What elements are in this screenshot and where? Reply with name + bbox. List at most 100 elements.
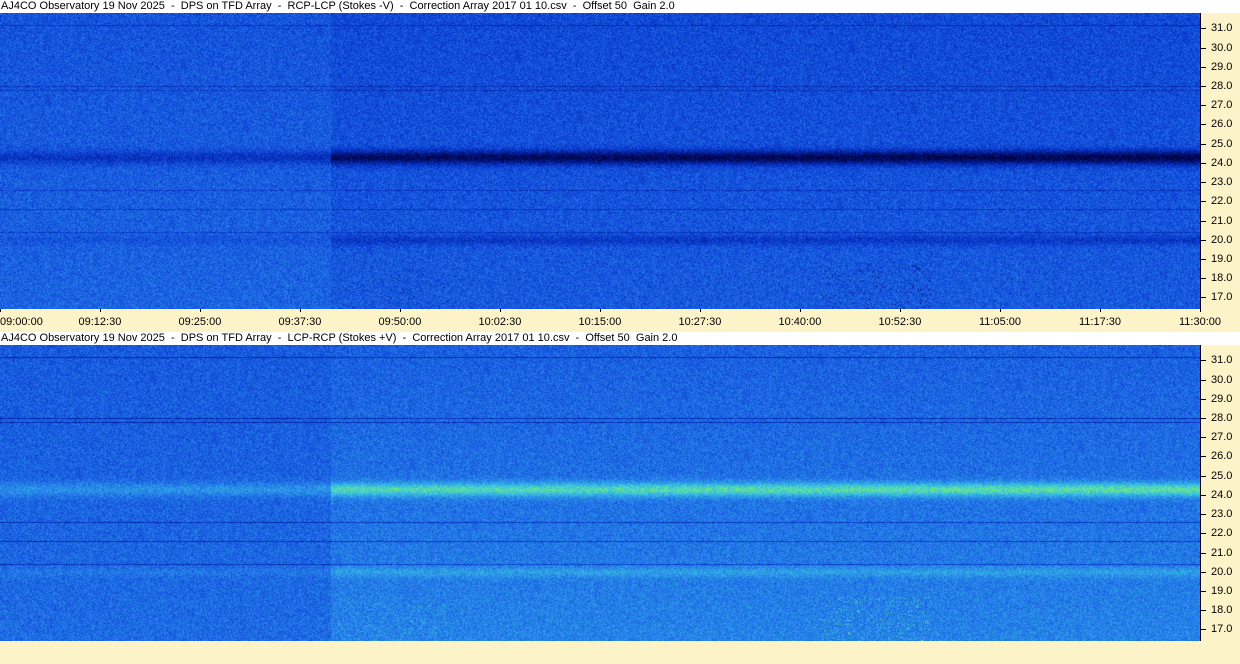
tick-mark <box>200 309 201 312</box>
frequency-tick-label: 19.0 <box>1211 253 1233 266</box>
tick-mark <box>1100 309 1101 312</box>
spectrogram-panel-stokes-plus-v: AJ4CO Observatory 19 Nov 2025 - DPS on T… <box>0 332 1240 664</box>
frequency-tick: 27.0 <box>1201 99 1240 111</box>
frequency-tick-label: 24.0 <box>1211 488 1233 501</box>
frequency-tick-label: 18.0 <box>1211 604 1233 617</box>
frequency-tick: 17.0 <box>1201 623 1240 635</box>
frequency-tick-label: 21.0 <box>1211 546 1233 559</box>
time-tick: 10:15:00 <box>579 309 621 328</box>
tick-mark <box>1201 360 1206 362</box>
frequency-tick-label: 30.0 <box>1211 373 1233 386</box>
frequency-tick: 29.0 <box>1201 393 1240 405</box>
frequency-tick: 26.0 <box>1201 450 1240 462</box>
tick-mark <box>0 309 1 312</box>
tick-mark <box>1201 182 1206 184</box>
time-tick-label: 09:25:00 <box>178 316 222 328</box>
frequency-tick-label: 30.0 <box>1211 41 1233 54</box>
tick-mark <box>300 309 301 312</box>
tick-mark <box>1201 259 1206 261</box>
spectrogram-canvas <box>0 13 1200 309</box>
tick-mark <box>900 309 901 312</box>
panel-title: AJ4CO Observatory 19 Nov 2025 - DPS on T… <box>0 0 1240 13</box>
time-tick-label: 11:30:00 <box>1179 316 1222 328</box>
frequency-tick-label: 27.0 <box>1211 431 1233 444</box>
tick-mark <box>1201 610 1206 612</box>
frequency-tick-label: 29.0 <box>1211 60 1233 73</box>
frequency-tick: 20.0 <box>1201 566 1240 578</box>
tick-mark <box>1201 201 1206 203</box>
frequency-tick: 28.0 <box>1201 80 1240 92</box>
frequency-tick: 20.0 <box>1201 234 1240 246</box>
tick-mark <box>1201 591 1206 593</box>
frequency-tick-label: 28.0 <box>1211 412 1233 425</box>
time-tick: 09:37:30 <box>279 309 321 328</box>
frequency-tick: 25.0 <box>1201 470 1240 482</box>
frequency-tick: 22.0 <box>1201 527 1240 539</box>
time-tick: 11:17:30 <box>1079 309 1121 328</box>
frequency-tick-label: 17.0 <box>1211 291 1233 304</box>
spectrogram-plot[interactable] <box>0 13 1200 309</box>
frequency-tick-label: 22.0 <box>1211 195 1233 208</box>
tick-mark <box>1201 418 1206 420</box>
tick-mark <box>1201 571 1206 573</box>
tick-mark <box>1201 143 1206 145</box>
time-tick-label: 09:50:00 <box>378 316 422 328</box>
time-tick: 09:25:00 <box>179 309 221 328</box>
tick-mark <box>400 309 401 312</box>
time-tick: 09:00:00 <box>0 309 43 328</box>
time-tick-label: 11:17:30 <box>1079 316 1122 328</box>
tick-mark <box>1201 66 1206 68</box>
frequency-tick-label: 24.0 <box>1211 156 1233 169</box>
spectrogram-plot[interactable] <box>0 345 1200 641</box>
frequency-tick: 21.0 <box>1201 215 1240 227</box>
frequency-tick-label: 20.0 <box>1211 565 1233 578</box>
frequency-tick: 24.0 <box>1201 489 1240 501</box>
tick-mark <box>1201 47 1206 49</box>
time-tick: 10:52:30 <box>879 309 921 328</box>
time-tick-label: 10:15:00 <box>578 316 622 328</box>
tick-mark <box>1201 124 1206 126</box>
tick-mark <box>1201 297 1206 299</box>
time-tick: 09:12:30 <box>79 309 121 328</box>
tick-mark <box>600 309 601 312</box>
frequency-tick-label: 25.0 <box>1211 469 1233 482</box>
frequency-tick: 25.0 <box>1201 138 1240 150</box>
spectrogram-canvas <box>0 345 1200 641</box>
time-tick-label: 10:52:30 <box>878 316 922 328</box>
time-tick: 11:30:00 <box>1179 309 1221 328</box>
frequency-tick: 19.0 <box>1201 253 1240 265</box>
tick-mark <box>1201 220 1206 222</box>
frequency-tick: 27.0 <box>1201 431 1240 443</box>
spectrogram-panel-stokes-minus-v: AJ4CO Observatory 19 Nov 2025 - DPS on T… <box>0 0 1240 332</box>
frequency-tick: 19.0 <box>1201 585 1240 597</box>
frequency-tick: 26.0 <box>1201 118 1240 130</box>
time-tick-label: 09:37:30 <box>278 316 322 328</box>
tick-mark <box>1201 398 1206 400</box>
frequency-tick-label: 31.0 <box>1211 22 1233 35</box>
frequency-tick: 28.0 <box>1201 412 1240 424</box>
frequency-tick: 30.0 <box>1201 374 1240 386</box>
frequency-tick-label: 21.0 <box>1211 214 1233 227</box>
frequency-tick-label: 22.0 <box>1211 527 1233 540</box>
frequency-tick: 24.0 <box>1201 157 1240 169</box>
tick-mark <box>800 309 801 312</box>
time-tick-label: 11:05:00 <box>979 316 1022 328</box>
frequency-tick: 31.0 <box>1201 22 1240 34</box>
time-axis: 09:00:00 09:12:30 09:25:00 09:37:30 09:50:00… <box>0 309 1240 329</box>
frequency-tick: 23.0 <box>1201 176 1240 188</box>
tick-mark <box>1201 533 1206 535</box>
tick-mark <box>1201 105 1206 107</box>
frequency-tick: 29.0 <box>1201 61 1240 73</box>
tick-mark <box>1201 629 1206 631</box>
tick-mark <box>1000 309 1001 312</box>
frequency-tick-label: 25.0 <box>1211 137 1233 150</box>
time-tick: 11:05:00 <box>979 309 1021 328</box>
tick-mark <box>1201 278 1206 280</box>
frequency-tick: 22.0 <box>1201 195 1240 207</box>
frequency-tick: 18.0 <box>1201 272 1240 284</box>
frequency-tick-label: 28.0 <box>1211 80 1233 93</box>
tick-mark <box>1201 162 1206 164</box>
time-tick-label: 10:40:00 <box>778 316 822 328</box>
frequency-tick-label: 23.0 <box>1211 508 1233 521</box>
tick-mark <box>1201 437 1206 439</box>
